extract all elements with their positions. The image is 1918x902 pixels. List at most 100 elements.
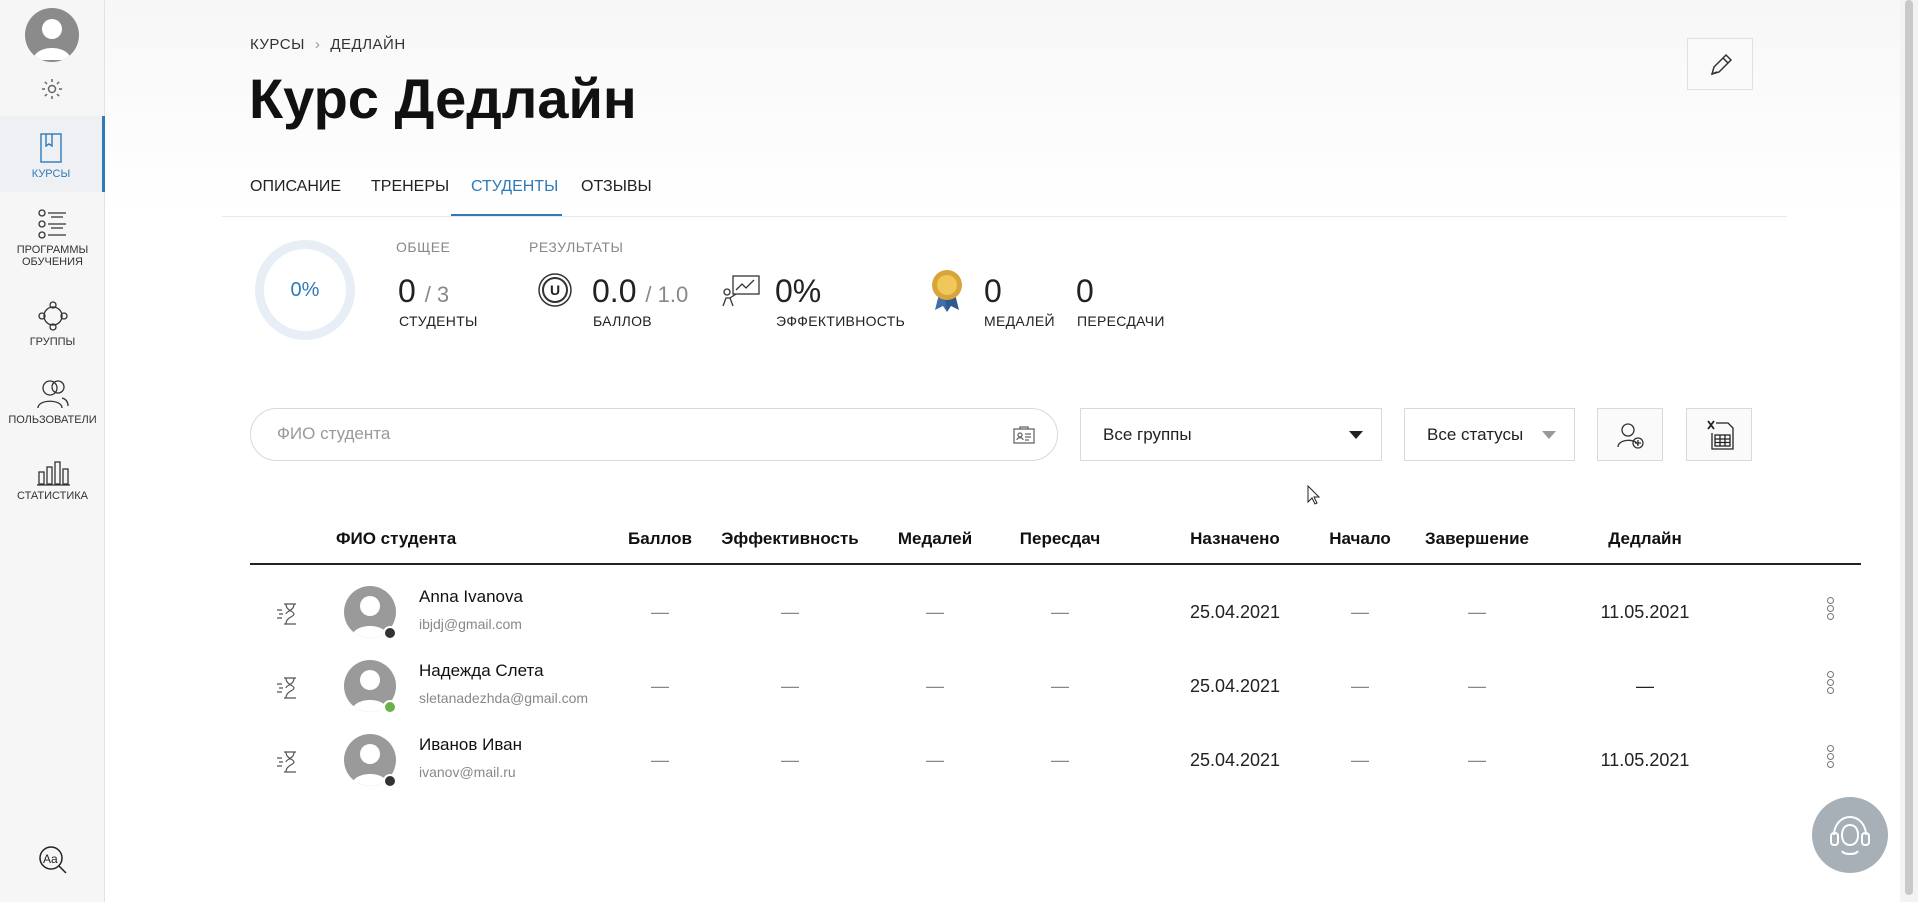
svg-text:Aa: Aa — [43, 852, 58, 866]
add-user-icon — [1617, 423, 1644, 449]
export-excel-button[interactable] — [1686, 408, 1752, 461]
student-name[interactable]: Anna Ivanova — [419, 587, 523, 607]
table-row[interactable]: Иванов Иван ivanov@mail.ru — — — — 25.04… — [250, 724, 1861, 798]
users-icon — [36, 380, 69, 409]
bar-chart-icon — [36, 461, 70, 486]
column-header-retakes[interactable]: Пересдач — [1000, 529, 1120, 549]
headset-icon — [1830, 815, 1870, 855]
column-header-start[interactable]: Начало — [1315, 529, 1405, 549]
progress-value: 0% — [290, 279, 320, 301]
checklist-icon — [37, 209, 66, 239]
efficiency-chart-icon — [722, 275, 760, 307]
points-cell: — — [651, 602, 669, 622]
id-card-icon[interactable] — [1013, 426, 1035, 444]
assigned-cell: 25.04.2021 — [1189, 676, 1281, 696]
sidebar-item-statistics[interactable]: СТАТИСТИКА — [0, 458, 105, 518]
medal-icon — [932, 270, 962, 312]
student-name[interactable]: Надежда Слета — [419, 661, 544, 681]
svg-text:U: U — [550, 282, 560, 298]
finish-cell: — — [1468, 602, 1486, 622]
book-icon — [40, 133, 62, 163]
table-row[interactable]: Anna Ivanova ibjdj@gmail.com — — — — 25.… — [250, 576, 1861, 650]
start-cell: — — [1351, 676, 1369, 696]
progress-ring: 0% — [255, 240, 355, 340]
chevron-right-icon: › — [314, 36, 321, 53]
main-content: КУРСЫ › ДЕДЛАЙН Курс Дедлайн ОПИСАНИЕ ТРЕН… — [105, 0, 1900, 902]
students-value: 0 — [398, 273, 416, 309]
points-cell: — — [651, 676, 669, 696]
column-header-deadline[interactable]: Дедлайн — [1570, 529, 1720, 549]
students-label: СТУДЕНТЫ — [399, 313, 478, 329]
user-avatar[interactable] — [25, 8, 79, 62]
student-name[interactable]: Иванов Иван — [419, 735, 522, 755]
chevron-down-icon — [1349, 431, 1363, 439]
hourglass-icon — [277, 677, 296, 699]
efficiency-cell: — — [781, 602, 799, 622]
group-icon — [37, 301, 68, 331]
retakes-label: ПЕРЕСДАЧИ — [1077, 313, 1165, 329]
sidebar-item-label: ПОЛЬЗОВАТЕЛИ — [8, 414, 97, 426]
efficiency-cell: — — [781, 750, 799, 770]
table-row[interactable]: Надежда Слета sletanadezhda@gmail.com — … — [250, 650, 1861, 724]
student-search-input[interactable] — [277, 424, 977, 444]
retakes-cell: — — [1051, 602, 1069, 622]
breadcrumb-root[interactable]: КУРСЫ — [250, 36, 305, 53]
header-divider — [222, 216, 1787, 217]
column-header-points[interactable]: Баллов — [620, 529, 700, 549]
medals-value: 0 — [984, 273, 1002, 309]
page-title: Курс Дедлайн — [249, 67, 637, 130]
sidebar-item-programs[interactable]: ПРОГРАММЫ ОБУЧЕНИЯ — [0, 208, 105, 278]
sidebar-item-label: СТАТИСТИКА — [17, 490, 88, 502]
mouse-cursor-icon — [1307, 485, 1321, 505]
results-heading: РЕЗУЛЬТАТЫ — [529, 239, 624, 255]
tab-students[interactable]: СТУДЕНТЫ — [471, 178, 558, 196]
online-status-dot — [383, 700, 397, 714]
offline-status-dot — [383, 774, 397, 788]
pencil-icon — [1710, 53, 1733, 76]
column-header-efficiency[interactable]: Эффективность — [715, 529, 865, 549]
statuses-select[interactable]: Все статусы — [1404, 408, 1575, 461]
general-heading: ОБЩЕЕ — [396, 239, 451, 255]
students-total: / 3 — [424, 282, 450, 307]
font-size-icon[interactable]: Aa — [38, 845, 68, 875]
course-header: КУРСЫ › ДЕДЛАЙН Курс Дедлайн ОПИСАНИЕ ТРЕН… — [105, 0, 1900, 216]
assigned-cell: 25.04.2021 — [1189, 602, 1281, 622]
column-header-medals[interactable]: Медалей — [885, 529, 985, 549]
tab-description[interactable]: ОПИСАНИЕ — [250, 178, 341, 196]
row-menu-icon[interactable] — [1825, 596, 1835, 626]
row-menu-icon[interactable] — [1825, 744, 1835, 774]
offline-status-dot — [383, 626, 397, 640]
tab-reviews[interactable]: ОТЗЫВЫ — [581, 178, 652, 196]
column-header-name[interactable]: ФИО студента — [336, 529, 456, 549]
breadcrumb: КУРСЫ › ДЕДЛАЙН — [250, 36, 406, 53]
deadline-cell: 11.05.2021 — [1600, 602, 1690, 622]
groups-select-value: Все группы — [1103, 425, 1192, 444]
vertical-scrollbar[interactable] — [1900, 0, 1918, 902]
medals-label: МЕДАЛЕЙ — [984, 313, 1055, 329]
support-chat-button[interactable] — [1812, 797, 1888, 873]
column-header-assigned[interactable]: Назначено — [1170, 529, 1300, 549]
tab-trainers[interactable]: ТРЕНЕРЫ — [371, 178, 449, 196]
student-email: sletanadezhda@gmail.com — [419, 690, 589, 706]
column-header-finish[interactable]: Завершение — [1412, 529, 1542, 549]
points-badge-icon: U — [538, 273, 572, 307]
sidebar-item-label: ГРУППЫ — [29, 336, 76, 348]
start-cell: — — [1351, 602, 1369, 622]
points-cell: — — [651, 750, 669, 770]
points-stat: 0.0 / 1.0 — [592, 273, 688, 310]
sidebar-item-courses[interactable]: КУРСЫ — [0, 116, 105, 192]
edit-button[interactable] — [1687, 38, 1753, 90]
sidebar-item-groups[interactable]: ГРУППЫ — [0, 300, 105, 360]
efficiency-value: 0% — [775, 273, 822, 309]
medals-cell: — — [926, 602, 944, 622]
start-cell: — — [1351, 750, 1369, 770]
sidebar-item-users[interactable]: ПОЛЬЗОВАТЕЛИ — [0, 378, 105, 438]
student-email: ivanov@mail.ru — [419, 764, 516, 780]
scrollbar-thumb[interactable] — [1905, 0, 1913, 895]
row-menu-icon[interactable] — [1825, 670, 1835, 700]
retakes-cell: — — [1051, 676, 1069, 696]
groups-select[interactable]: Все группы — [1080, 408, 1382, 461]
finish-cell: — — [1468, 676, 1486, 696]
add-student-button[interactable] — [1597, 408, 1663, 461]
settings-gear-icon[interactable] — [40, 77, 64, 101]
